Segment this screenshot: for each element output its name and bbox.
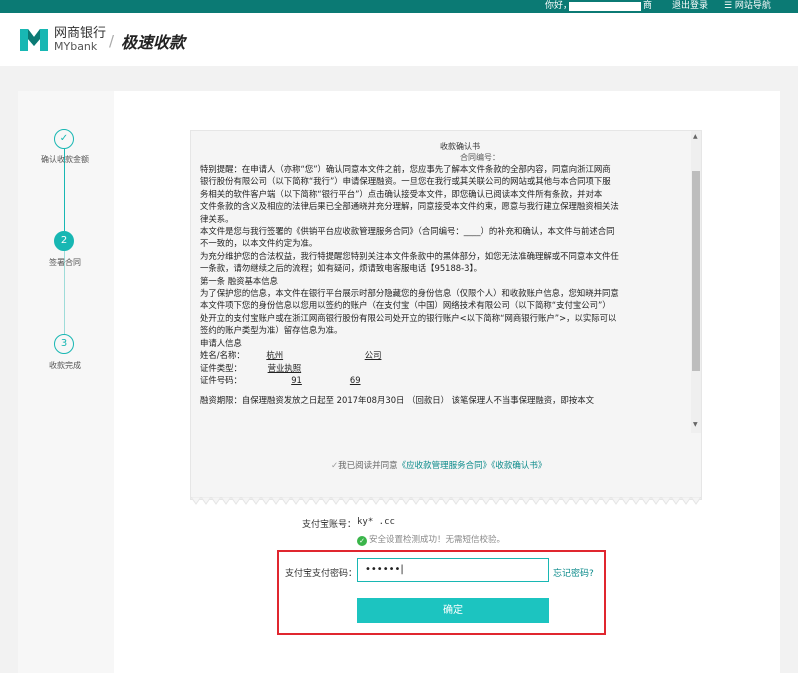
confirm-button[interactable]: 确定	[357, 598, 549, 623]
doc-line: 处开立的支付宝账户或在浙江网商银行股份有限公司处开立的银行账户<以下简称“网商银…	[200, 312, 617, 323]
doc-line: 银行股份有限公司（以下简称“我行”）申请保理融资。一旦您在我行或其关联公司的网站…	[200, 176, 611, 187]
field-value: 营业执照	[267, 362, 302, 373]
page-title: 极速收款	[121, 33, 186, 52]
applicant-id-type-row: 证件类型： 营业执照	[200, 362, 684, 374]
field-label: 证件类型：	[200, 362, 242, 373]
doc-cut-line: 融资期限：自保理融资发放之日起至 2017年08月30日 （回款日） 该笔保理人…	[200, 395, 594, 406]
field-label: 姓名/名称：	[200, 350, 245, 361]
doc-line: 本文件是您与我行签署的《供销平台应收款管理服务合同》（合同编号：____）的补充…	[200, 226, 615, 237]
alipay-account-label: 支付宝账号：	[302, 520, 357, 530]
field-tail: 69	[349, 374, 361, 385]
agree-prefix: 我已阅读并同意	[338, 461, 398, 471]
doc-line: 本文件项下您的身份信息以您用以签约的账户（在支付宝（中国）网络技术有限公司（以下…	[200, 300, 611, 311]
doc-line: 律关系。	[200, 213, 234, 224]
contract-document: 收款确认书 合同编号： 特别提醒：在申请人（亦称“您”）确认同意本文件之前，您应…	[190, 130, 702, 505]
field-tail: 公司	[364, 350, 382, 361]
step-2-label: 签署合同	[49, 258, 81, 267]
step-1-check-icon: ✓	[54, 129, 74, 149]
site-nav-link[interactable]: ☰ 网站导航	[724, 0, 771, 13]
logout-link[interactable]: 退出登录	[672, 0, 708, 13]
step-1-label: 确认收款金额	[41, 155, 89, 164]
applicant-name-row: 姓名/名称： 杭州 公司	[200, 349, 684, 361]
scrollbar-thumb[interactable]	[692, 171, 700, 371]
greeting-text: 你好，	[545, 1, 573, 11]
document-scrollbar[interactable]: ▲ ▼	[691, 131, 701, 433]
document-body: 特别提醒：在申请人（亦称“您”）确认同意本文件之前，您应事先了解本文件条款的全部…	[199, 163, 684, 407]
doc-line: 一条款，请勿继续之后的流程；如有疑问，烦请致电客服电话【95188-3】。	[200, 263, 483, 274]
doc-subheading: 申请人信息	[200, 337, 242, 348]
title-separator: /	[109, 32, 115, 50]
step-2-circle: 2	[54, 231, 74, 251]
scroll-down-arrow-icon[interactable]: ▼	[693, 421, 698, 428]
field-value: 杭州	[266, 350, 284, 361]
masked-username	[569, 2, 641, 11]
logo-cn-text: 网商银行	[54, 26, 107, 41]
password-label: 支付宝支付密码：	[285, 569, 358, 579]
doc-line: 不一致的，以本文件约定为准。	[200, 238, 318, 249]
doc-line: 为充分维护您的合法权益，我行特提醒您特别关注本文件条款中的黑体部分，如您无法准确…	[200, 250, 619, 261]
top-bar: 你好， 商 退出登录 ☰ 网站导航	[0, 0, 798, 13]
forgot-password-link[interactable]: 忘记密码?	[553, 566, 594, 579]
field-value: 91	[291, 374, 302, 385]
scroll-up-arrow-icon[interactable]: ▲	[693, 133, 698, 140]
success-check-icon: ✓	[357, 536, 367, 546]
alipay-account-value: ky* .cc	[357, 517, 395, 527]
security-check-text: 安全设置检测成功！无需短信校验。	[369, 535, 506, 545]
security-check-message: ✓ 安全设置检测成功！无需短信校验。	[357, 533, 505, 546]
doc-section-heading: 第一条 融资基本信息	[200, 275, 279, 286]
doc-line: 务相关的软件客户端（以下简称“银行平台”）点击确认接受本文件，即您确认已阅读本文…	[200, 188, 603, 199]
doc-line: 为了保护您的信息，本文件在银行平台展示时部分隐藏您的身份信息（仅限个人）和收款账…	[200, 288, 619, 299]
applicant-id-number-row: 证件号码： 91 69	[200, 374, 684, 386]
torn-edge-decoration	[191, 497, 701, 505]
doc-line: 签约的账户类型为准）留存信息为准。	[200, 325, 343, 336]
doc-line: 文件条款的含义及相应的法律后果已全部通晓并充分理解，同意接受本文件约束，愿意与我…	[200, 201, 619, 212]
service-contract-link[interactable]: 《应收款管理服务合同》	[398, 461, 492, 471]
agree-statement: ✓我已阅读并同意《应收款管理服务合同》《收款确认书》	[331, 459, 546, 471]
contract-number: 合同编号：	[460, 153, 500, 162]
field-label: 证件号码：	[200, 374, 242, 385]
logo-en-text: MYbank	[54, 40, 98, 53]
header: 网商银行 MYbank / 极速收款	[0, 13, 798, 66]
step-3-label: 收款完成	[49, 361, 81, 370]
password-input[interactable]: ••••••|	[357, 558, 549, 582]
greeting-tail: 商	[643, 1, 653, 11]
document-scroll-area[interactable]: 收款确认书 合同编号： 特别提醒：在申请人（亦称“您”）确认同意本文件之前，您应…	[199, 141, 691, 433]
doc-line: 特别提醒：在申请人（亦称“您”）确认同意本文件之前，您应事先了解本文件条款的全部…	[200, 164, 611, 174]
steps-panel	[18, 91, 114, 673]
document-title: 收款确认书	[440, 142, 480, 151]
step-3-circle: 3	[54, 334, 74, 354]
mybank-logo-icon	[20, 29, 48, 51]
receipt-confirm-link[interactable]: 《收款确认书》	[491, 461, 546, 471]
